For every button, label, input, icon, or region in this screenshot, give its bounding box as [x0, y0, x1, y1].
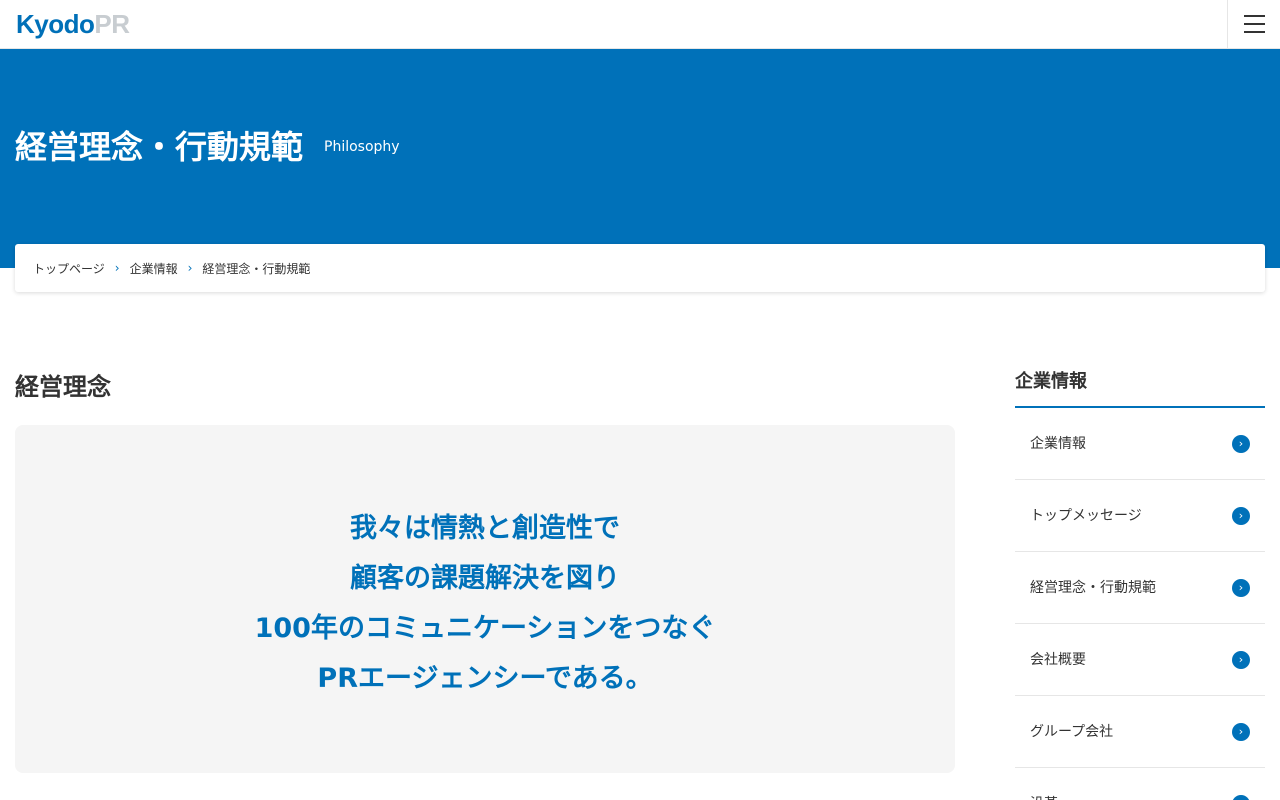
philosophy-statement: 我々は情熱と創造性で 顧客の課題解決を図り 100年のコミュニケーションをつなぐ…	[15, 504, 955, 704]
philosophy-line: PRエージェンシーである。	[317, 663, 653, 694]
arrow-circle-right-icon: ›	[1232, 651, 1250, 669]
section-title: 経営理念	[15, 373, 111, 401]
arrow-circle-right-icon: ›	[1232, 435, 1250, 453]
sidebar-item-label: 経営理念・行動規範	[1030, 580, 1156, 596]
philosophy-line: 我々は情熱と創造性で	[350, 513, 620, 544]
sidebar-item-company-overview[interactable]: 会社概要 ›	[1015, 624, 1265, 696]
philosophy-line: 100年のコミュニケーションをつなぐ	[254, 613, 716, 644]
sidebar-item-group-companies[interactable]: グループ会社 ›	[1015, 696, 1265, 768]
kyodo-pr-logo[interactable]: KyodoPR	[16, 9, 130, 39]
hamburger-menu-icon[interactable]	[1227, 0, 1280, 48]
sidebar-item-history[interactable]: 沿革 ›	[1015, 768, 1265, 800]
sidebar: 企業情報 企業情報 › トップメッセージ › 経営理念・行動規範 › 会社概要 …	[1015, 365, 1265, 800]
chevron-right-icon: ›	[187, 261, 193, 275]
breadcrumb-top-link[interactable]: トップページ	[33, 260, 105, 277]
arrow-circle-right-icon: ›	[1232, 507, 1250, 525]
sidebar-item-label: グループ会社	[1030, 724, 1114, 740]
sidebar-item-label: トップメッセージ	[1030, 508, 1142, 524]
sidebar-item-philosophy[interactable]: 経営理念・行動規範 ›	[1015, 552, 1265, 624]
arrow-circle-right-icon: ›	[1232, 579, 1250, 597]
philosophy-box: 我々は情熱と創造性で 顧客の課題解決を図り 100年のコミュニケーションをつなぐ…	[15, 425, 955, 773]
logo-kyodo-text: Kyodo	[16, 9, 95, 39]
page-title: 経営理念・行動規範	[15, 128, 304, 166]
philosophy-line: 顧客の課題解決を図り	[350, 563, 620, 594]
sidebar-item-label: 沿革	[1030, 796, 1058, 800]
sidebar-item-label: 会社概要	[1030, 652, 1086, 668]
logo-pr-text: PR	[94, 9, 130, 39]
sidebar-item-label: 企業情報	[1030, 436, 1086, 452]
sidebar-item-top-message[interactable]: トップメッセージ ›	[1015, 480, 1265, 552]
site-header: KyodoPR	[0, 0, 1280, 49]
breadcrumb-current: 経営理念・行動規範	[202, 261, 311, 276]
arrow-circle-right-icon: ›	[1232, 723, 1250, 741]
page-hero: 経営理念・行動規範 Philosophy	[0, 49, 1280, 268]
chevron-right-icon: ›	[114, 261, 120, 275]
breadcrumb: トップページ › 企業情報 › 経営理念・行動規範	[15, 244, 1265, 292]
sidebar-item-company-info[interactable]: 企業情報 ›	[1015, 408, 1265, 480]
breadcrumb-company-link[interactable]: 企業情報	[130, 260, 178, 277]
sidebar-title: 企業情報	[1015, 365, 1265, 408]
page-subtitle: Philosophy	[324, 139, 400, 155]
arrow-circle-right-icon: ›	[1232, 795, 1250, 800]
